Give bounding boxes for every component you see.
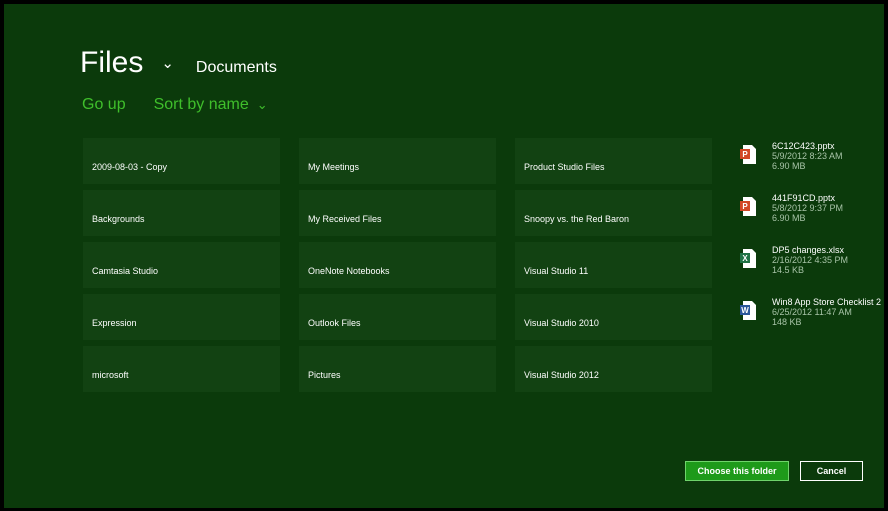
sort-by-dropdown[interactable]: Sort by name ⌄ xyxy=(154,96,268,114)
command-bar: Go up Sort by name ⌄ xyxy=(82,96,268,114)
file-name: 6C12C423.pptx xyxy=(772,141,835,151)
folder-name: OneNote Notebooks xyxy=(308,266,390,276)
chevron-down-icon: ⌄ xyxy=(256,97,268,112)
folder-name: My Received Files xyxy=(308,214,382,224)
folder-tile[interactable]: Snoopy vs. the Red Baron xyxy=(515,190,712,236)
file-size: 14.5 KB xyxy=(772,265,805,275)
file-date: 2/16/2012 4:35 PM xyxy=(772,255,849,265)
svg-text:W: W xyxy=(741,306,749,315)
folder-name: Expression xyxy=(92,318,137,328)
file-size: 148 KB xyxy=(772,317,802,327)
folder-tile[interactable]: Visual Studio 2010 xyxy=(515,294,712,340)
file-meta: DP5 changes.xlsx 2/16/2012 4:35 PM 14.5 … xyxy=(772,245,848,275)
folder-name: Product Studio Files xyxy=(524,162,605,172)
svg-text:P: P xyxy=(742,202,748,211)
file-date: 5/9/2012 8:23 AM xyxy=(772,151,843,161)
folder-name: Snoopy vs. the Red Baron xyxy=(524,214,630,224)
file-size: 6.90 MB xyxy=(772,161,806,171)
folder-tile[interactable]: Visual Studio 11 xyxy=(515,242,712,288)
folder-tile[interactable]: Backgrounds xyxy=(83,190,280,236)
file-name: 441F91CD.pptx xyxy=(772,193,836,203)
current-location: Documents xyxy=(195,59,277,76)
folder-name: Visual Studio 11 xyxy=(524,266,589,276)
picker-header: Files ⌄ Documents xyxy=(80,48,277,88)
powerpoint-icon: P xyxy=(740,145,756,164)
file-picker: Files ⌄ Documents Go up Sort by name ⌄ 20… xyxy=(4,4,884,508)
file-name: DP5 changes.xlsx xyxy=(772,245,845,255)
go-up-link[interactable]: Go up xyxy=(82,96,126,114)
folder-name: 2009-08-03 - Copy xyxy=(92,162,168,172)
powerpoint-icon: P xyxy=(740,197,756,216)
folder-tile[interactable]: Product Studio Files xyxy=(515,138,712,184)
folder-tile[interactable]: Outlook Files xyxy=(299,294,496,340)
folder-name: My Meetings xyxy=(308,162,360,172)
folder-tile[interactable]: Expression xyxy=(83,294,280,340)
file-date: 6/25/2012 11:47 AM xyxy=(772,307,852,317)
word-icon: W xyxy=(740,301,756,320)
folder-name: Camtasia Studio xyxy=(92,266,159,276)
svg-text:P: P xyxy=(742,150,748,159)
folder-name: Outlook Files xyxy=(308,318,361,328)
sort-label: Sort by name xyxy=(153,96,249,113)
folder-tile[interactable]: Visual Studio 2012 xyxy=(515,346,712,392)
svg-text:X: X xyxy=(742,254,748,263)
folder-tile[interactable]: My Meetings xyxy=(299,138,496,184)
folder-tile[interactable]: microsoft xyxy=(83,346,280,392)
folder-name: Visual Studio 2010 xyxy=(524,318,599,328)
folder-name: Visual Studio 2012 xyxy=(524,370,599,380)
folder-tile[interactable]: OneNote Notebooks xyxy=(299,242,496,288)
folder-name: Pictures xyxy=(308,370,341,380)
cancel-button[interactable]: Cancel xyxy=(800,461,863,481)
chevron-down-icon[interactable]: ⌄ xyxy=(161,54,174,72)
file-item[interactable]: W Win8 App Store Checklist 2 6/25/2012 1… xyxy=(740,297,884,343)
folder-tile[interactable]: Pictures xyxy=(299,346,496,392)
folder-name: microsoft xyxy=(92,370,129,380)
picker-title: Files xyxy=(80,46,144,79)
file-size: 6.90 MB xyxy=(772,213,806,223)
folder-tile[interactable]: 2009-08-03 - Copy xyxy=(83,138,280,184)
file-date: 5/8/2012 9:37 PM xyxy=(772,203,844,213)
folder-tile[interactable]: Camtasia Studio xyxy=(83,242,280,288)
file-item[interactable]: X DP5 changes.xlsx 2/16/2012 4:35 PM 14.… xyxy=(740,245,884,291)
file-meta: Win8 App Store Checklist 2 6/25/2012 11:… xyxy=(772,297,881,327)
file-meta: 6C12C423.pptx 5/9/2012 8:23 AM 6.90 MB xyxy=(772,141,843,171)
folder-name: Backgrounds xyxy=(92,214,145,224)
file-item[interactable]: P 6C12C423.pptx 5/9/2012 8:23 AM 6.90 MB xyxy=(740,141,884,187)
folder-tile[interactable]: My Received Files xyxy=(299,190,496,236)
file-meta: 441F91CD.pptx 5/8/2012 9:37 PM 6.90 MB xyxy=(772,193,843,223)
choose-folder-button[interactable]: Choose this folder xyxy=(685,461,789,481)
file-name: Win8 App Store Checklist 2 xyxy=(772,297,882,307)
excel-icon: X xyxy=(740,249,756,268)
file-item[interactable]: P 441F91CD.pptx 5/8/2012 9:37 PM 6.90 MB xyxy=(740,193,884,239)
